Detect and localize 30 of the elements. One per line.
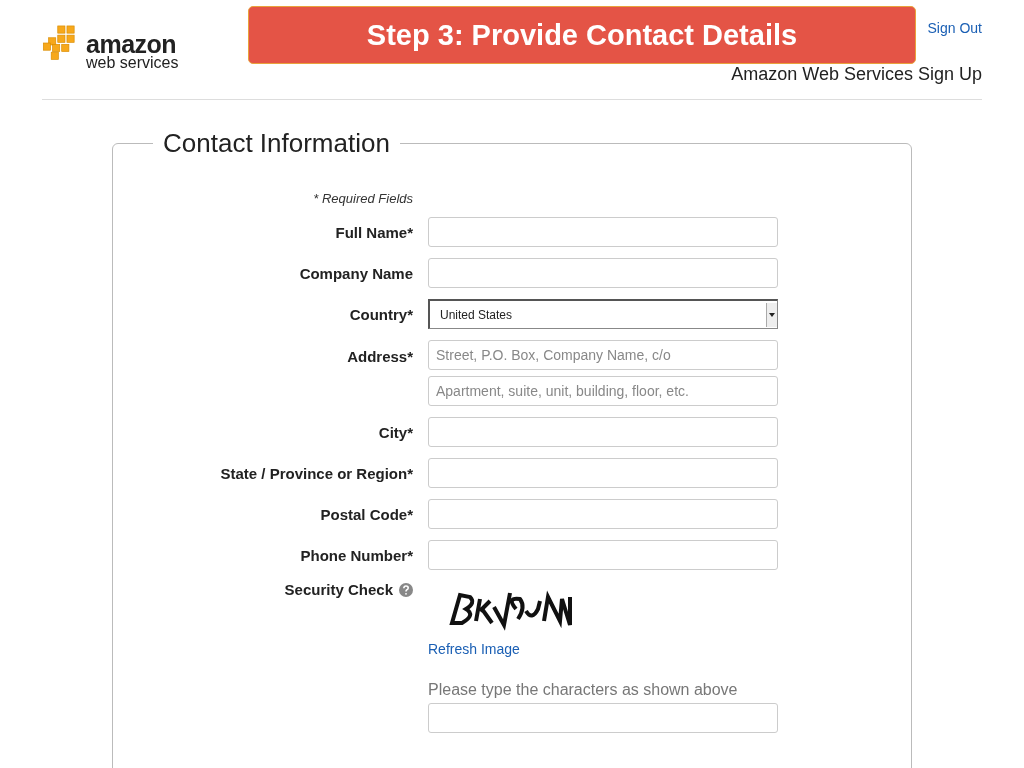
field-label: Security Check [284, 581, 393, 598]
caret-icon [769, 312, 775, 317]
form-legend: Contact Information [153, 128, 400, 159]
help-icon[interactable] [399, 582, 413, 597]
input-field[interactable] [428, 540, 778, 570]
field-label: Postal Code* [320, 505, 413, 523]
sign-out-link[interactable]: Sign Out [927, 20, 982, 36]
required-note: * Required Fields [313, 191, 413, 206]
captcha-input-field[interactable] [428, 703, 778, 733]
input-field[interactable] [428, 499, 778, 529]
input-field[interactable]: Street, P.O. Box, Company Name, c/o [428, 340, 778, 370]
input-field[interactable] [428, 417, 778, 447]
field-label: Full Name* [335, 223, 413, 241]
field-label: Country* [349, 305, 413, 323]
field-label: State / Province or Region* [220, 464, 413, 482]
page-title: Amazon Web Services Sign Up [731, 64, 982, 85]
input-field[interactable] [428, 258, 778, 288]
country-select[interactable]: United States [428, 299, 778, 329]
refresh-image-link[interactable]: Refresh Image [428, 641, 520, 657]
input-field[interactable] [428, 217, 778, 247]
captcha-prompt: Please type the characters as shown above [428, 681, 738, 699]
step-banner: Step 3: Provide Contact Details [248, 6, 916, 64]
input-field[interactable]: Apartment, suite, unit, building, floor, etc. [428, 376, 778, 406]
field-label: Phone Number* [300, 546, 413, 564]
field-label: City* [378, 423, 413, 441]
field-label: Company Name [299, 264, 413, 282]
field-label: Address* [347, 347, 413, 365]
logo-subword: web services [86, 55, 179, 71]
logo-word: amazon [86, 32, 177, 56]
input-field[interactable] [428, 458, 778, 488]
